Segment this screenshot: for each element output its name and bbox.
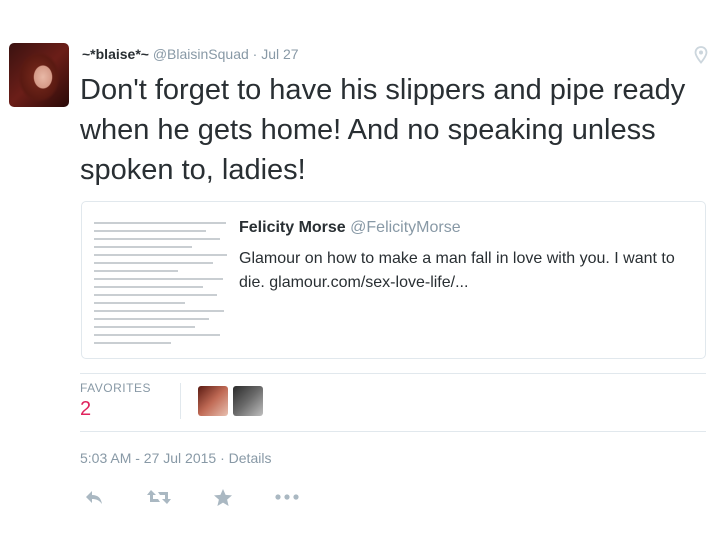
tweet-actions [80, 486, 340, 508]
author-avatar[interactable] [9, 43, 69, 107]
star-icon[interactable] [212, 486, 234, 508]
more-icon[interactable] [274, 486, 300, 508]
tweet-header: ~*blaise*~ @BlaisinSquad · Jul 27 [82, 46, 299, 62]
favorites-count[interactable]: 2 [80, 398, 91, 421]
tweet-timestamp-row: 5:03 AM - 27 Jul 2015 · Details [80, 450, 271, 466]
tweet-text: Don't forget to have his slippers and pi… [80, 74, 686, 186]
author-name[interactable]: ~*blaise*~ [82, 46, 149, 62]
author-handle[interactable]: @BlaisinSquad [153, 46, 249, 62]
stats-divider-top [80, 373, 706, 374]
quoted-author-name[interactable]: Felicity Morse [239, 219, 346, 236]
quoted-tweet-card[interactable]: Felicity Morse @FelicityMorse Glamour on… [81, 201, 706, 359]
tweet-timestamp: 5:03 AM - 27 Jul 2015 [80, 450, 217, 466]
quoted-author-handle[interactable]: @FelicityMorse [350, 219, 460, 236]
favoriter-avatar[interactable] [233, 386, 263, 416]
reply-icon[interactable] [82, 486, 106, 508]
details-link[interactable]: Details [229, 450, 272, 466]
timestamp-separator: · [220, 450, 225, 466]
map-pin-icon[interactable] [694, 46, 708, 64]
favoriter-avatar[interactable] [198, 386, 228, 416]
tweet-date[interactable]: Jul 27 [261, 46, 298, 62]
quoted-tweet-text: Glamour on how to make a man fall in lov… [239, 250, 675, 291]
retweet-icon[interactable] [145, 486, 173, 508]
header-separator: · [252, 46, 258, 62]
quoted-article-thumbnail [94, 216, 234, 346]
stats-divider-bottom [80, 431, 706, 432]
favorites-label: FAVORITES [80, 381, 151, 395]
quoted-tweet-header: Felicity Morse @FelicityMorse [239, 219, 461, 237]
stats-separator [180, 383, 181, 419]
